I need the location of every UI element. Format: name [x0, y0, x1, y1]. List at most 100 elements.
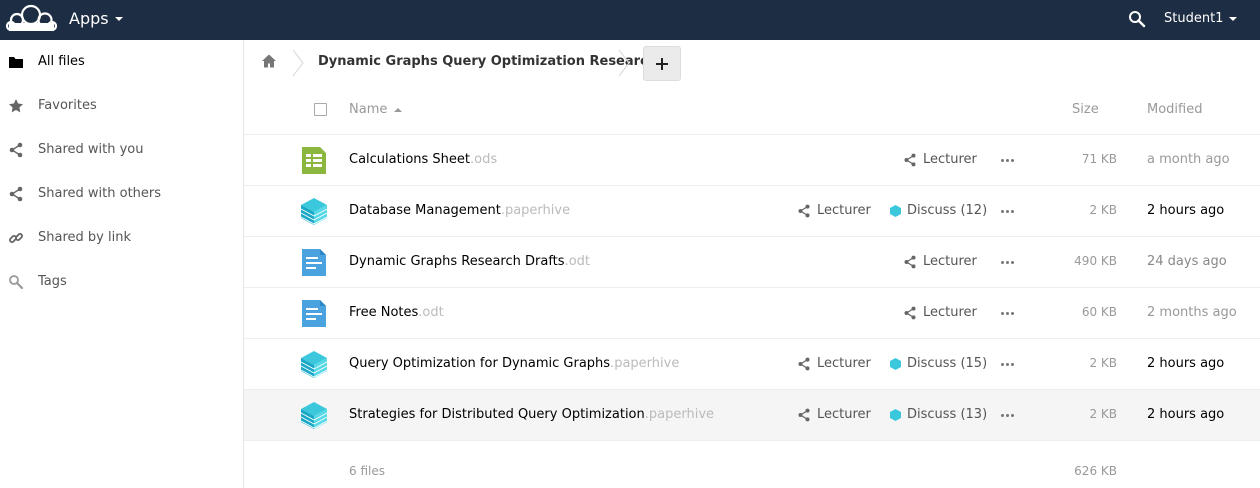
share-button[interactable]: Lecturer [797, 407, 871, 422]
paperhive-discuss-icon [890, 408, 901, 421]
sidebar-item-shared-with-others[interactable]: Shared with others [0, 172, 243, 216]
breadcrumb-current-folder[interactable]: Dynamic Graphs Query Optimization Resear… [318, 54, 657, 69]
search-icon[interactable] [1128, 10, 1146, 28]
sidebar-item-shared-with-you[interactable]: Shared with you [0, 128, 243, 172]
more-actions-button[interactable] [999, 256, 1015, 268]
sidebar-item-label: Favorites [38, 98, 97, 113]
share-button[interactable]: Lecturer [903, 254, 977, 269]
sort-ascending-icon [394, 107, 403, 112]
column-header-modified[interactable]: Modified [1147, 102, 1202, 117]
file-basename: Strategies for Distributed Query Optimiz… [349, 407, 645, 422]
share-icon [9, 142, 23, 158]
file-extension: .odt [564, 254, 590, 269]
paperhive-icon [300, 402, 328, 429]
more-actions-button[interactable] [999, 205, 1015, 217]
sidebar: All files Favorites Shared with you Shar… [0, 40, 244, 488]
discuss-button[interactable]: Discuss (13) [889, 407, 987, 422]
new-file-button[interactable] [643, 46, 681, 81]
share-label: Lecturer [817, 356, 871, 371]
document-icon [302, 300, 326, 327]
file-extension: .paperhive [610, 356, 680, 371]
column-header-size[interactable]: Size [1072, 102, 1099, 117]
discuss-button[interactable]: Discuss (12) [889, 203, 987, 218]
file-extension: .odt [418, 305, 444, 320]
share-icon [798, 357, 810, 370]
apps-label: Apps [69, 9, 109, 28]
share-button[interactable]: Lecturer [903, 305, 977, 320]
share-button[interactable]: Lecturer [797, 203, 871, 218]
home-icon[interactable] [261, 53, 277, 69]
spreadsheet-icon [302, 147, 326, 174]
share-icon [798, 204, 810, 217]
share-icon [904, 153, 916, 166]
user-name: Student1 [1164, 11, 1224, 26]
file-extension: .paperhive [644, 407, 715, 422]
file-basename: Database Management [349, 203, 501, 218]
discuss-label: Discuss (15) [907, 356, 988, 371]
sidebar-item-label: All files [38, 54, 85, 69]
share-button[interactable]: Lecturer [797, 356, 871, 371]
paperhive-icon [300, 198, 328, 225]
table-row[interactable]: Strategies for Distributed Query Optimiz… [244, 390, 1260, 441]
sidebar-item-label: Shared with you [38, 142, 144, 157]
file-modified: 2 hours ago [1147, 203, 1225, 218]
file-name[interactable]: Database Management.paperhive [349, 203, 570, 218]
file-modified: a month ago [1147, 152, 1230, 167]
sidebar-item-label: Shared by link [38, 230, 131, 245]
share-label: Lecturer [923, 305, 977, 320]
table-row[interactable]: Dynamic Graphs Research Drafts.odt Lectu… [244, 237, 1260, 288]
apps-menu-button[interactable]: Apps [69, 9, 123, 28]
breadcrumb-separator-icon [618, 49, 630, 77]
top-header: Apps Student1 [0, 0, 1260, 40]
more-actions-button[interactable] [999, 154, 1015, 166]
tag-icon [9, 275, 24, 290]
file-basename: Free Notes [349, 305, 419, 320]
file-size: 71 KB [1081, 152, 1117, 166]
file-size: 60 KB [1081, 305, 1117, 319]
share-icon [904, 306, 916, 319]
share-label: Lecturer [923, 152, 977, 167]
more-actions-button[interactable] [999, 409, 1015, 421]
sidebar-item-shared-by-link[interactable]: Shared by link [0, 216, 243, 260]
share-label: Lecturer [817, 407, 871, 422]
user-menu-button[interactable]: Student1 [1164, 11, 1238, 26]
file-basename: Query Optimization for Dynamic Graphs [349, 356, 611, 371]
sidebar-item-label: Tags [38, 274, 67, 289]
sidebar-item-tags[interactable]: Tags [0, 260, 243, 304]
share-label: Lecturer [817, 203, 871, 218]
table-row[interactable]: Database Management.paperhive Lecturer D… [244, 186, 1260, 237]
file-count: 6 files [349, 464, 385, 478]
table-row[interactable]: Free Notes.odt Lecturer 60 KB 2 months a… [244, 288, 1260, 339]
more-actions-button[interactable] [999, 358, 1015, 370]
file-name[interactable]: Strategies for Distributed Query Optimiz… [349, 407, 714, 422]
folder-icon [9, 57, 23, 68]
file-size: 2 KB [1089, 203, 1117, 217]
select-all-checkbox[interactable] [314, 103, 327, 116]
plus-icon [656, 57, 668, 70]
owncloud-logo[interactable] [5, 3, 57, 33]
chevron-down-icon [1229, 16, 1238, 21]
file-modified: 24 days ago [1147, 254, 1227, 269]
file-name[interactable]: Dynamic Graphs Research Drafts.odt [349, 254, 590, 269]
table-row[interactable]: Query Optimization for Dynamic Graphs.pa… [244, 339, 1260, 390]
discuss-button[interactable]: Discuss (15) [889, 356, 987, 371]
more-actions-button[interactable] [999, 307, 1015, 319]
sort-by-name-button[interactable]: Name [349, 102, 403, 117]
file-list-header: Name Size Modified [244, 86, 1260, 135]
file-name[interactable]: Calculations Sheet.ods [349, 152, 497, 167]
file-modified: 2 months ago [1147, 305, 1237, 320]
file-name[interactable]: Query Optimization for Dynamic Graphs.pa… [349, 356, 679, 371]
file-basename: Dynamic Graphs Research Drafts [349, 254, 565, 269]
file-basename: Calculations Sheet [349, 152, 471, 167]
file-extension: .paperhive [500, 203, 571, 218]
table-row[interactable]: Calculations Sheet.ods Lecturer 71 KB a … [244, 135, 1260, 186]
sidebar-item-favorites[interactable]: Favorites [0, 84, 243, 128]
share-button[interactable]: Lecturer [903, 152, 977, 167]
column-header-name: Name [349, 102, 388, 117]
link-icon [9, 233, 23, 243]
paperhive-icon [300, 351, 328, 378]
sidebar-item-all-files[interactable]: All files [0, 40, 243, 84]
star-icon [9, 99, 23, 113]
file-name[interactable]: Free Notes.odt [349, 305, 444, 320]
total-size: 626 KB [1074, 464, 1117, 478]
